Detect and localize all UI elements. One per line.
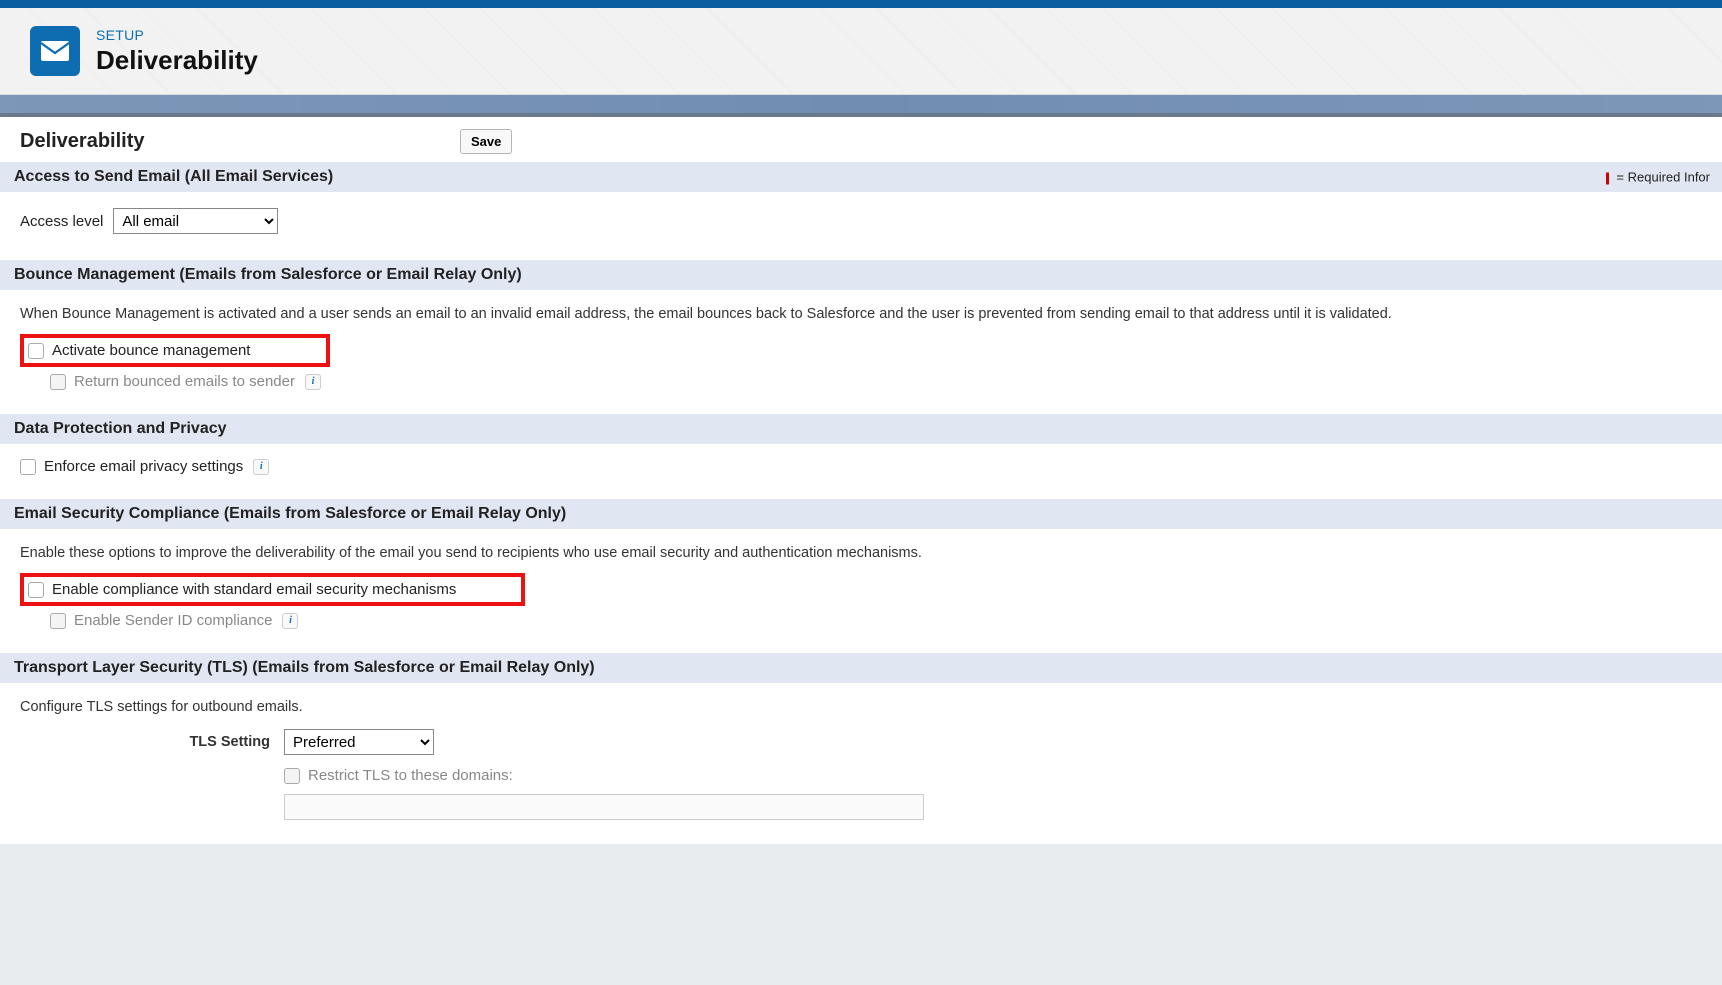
panel-top-row: Deliverability Save — [0, 117, 1722, 162]
panel-title: Deliverability — [20, 130, 460, 153]
restrict-tls-label: Restrict TLS to these domains: — [308, 767, 513, 784]
section-title-privacy: Data Protection and Privacy — [14, 420, 227, 437]
tls-setting-label: TLS Setting — [180, 734, 270, 750]
section-header-security: Email Security Compliance (Emails from S… — [0, 499, 1722, 529]
enforce-privacy-checkbox[interactable] — [20, 459, 36, 475]
access-level-label: Access level — [20, 213, 103, 230]
section-title-tls: Transport Layer Security (TLS) (Emails f… — [14, 659, 595, 676]
page-title: Deliverability — [96, 45, 258, 76]
section-title-access: Access to Send Email (All Email Services… — [14, 168, 333, 185]
required-indicator-icon — [1606, 172, 1609, 184]
required-info-note: = Required Infor — [1606, 170, 1710, 185]
enable-compliance-label: Enable compliance with standard email se… — [52, 581, 456, 598]
bounce-description: When Bounce Management is activated and … — [20, 300, 1702, 332]
tls-description: Configure TLS settings for outbound emai… — [20, 693, 1702, 725]
info-icon[interactable]: i — [253, 459, 269, 475]
section-title-bounce: Bounce Management (Emails from Salesforc… — [14, 266, 522, 283]
section-header-bounce: Bounce Management (Emails from Salesforc… — [0, 260, 1722, 290]
return-bounced-label: Return bounced emails to sender — [74, 373, 295, 390]
activate-bounce-label: Activate bounce management — [52, 342, 250, 359]
activate-bounce-checkbox[interactable] — [28, 343, 44, 359]
access-level-select[interactable]: All email — [113, 208, 278, 234]
mail-icon — [30, 26, 80, 76]
top-accent-bar — [0, 0, 1722, 8]
tls-setting-select[interactable]: Preferred — [284, 729, 434, 755]
main-panel: Deliverability Save Access to Send Email… — [0, 113, 1722, 844]
enable-compliance-checkbox[interactable] — [28, 582, 44, 598]
page-header: SETUP Deliverability — [0, 8, 1722, 95]
activate-bounce-highlight: Activate bounce management — [20, 334, 330, 367]
enable-sender-id-checkbox — [50, 613, 66, 629]
section-header-privacy: Data Protection and Privacy — [0, 414, 1722, 444]
security-description: Enable these options to improve the deli… — [20, 539, 1702, 571]
enable-compliance-highlight: Enable compliance with standard email se… — [20, 573, 525, 606]
section-header-access: Access to Send Email (All Email Services… — [0, 162, 1722, 192]
tls-domains-input — [284, 794, 924, 820]
info-icon[interactable]: i — [305, 374, 321, 390]
decorative-band — [0, 95, 1722, 113]
info-icon[interactable]: i — [282, 613, 298, 629]
section-header-tls: Transport Layer Security (TLS) (Emails f… — [0, 653, 1722, 683]
save-button[interactable]: Save — [460, 129, 512, 154]
return-bounced-checkbox — [50, 374, 66, 390]
breadcrumb-setup: SETUP — [96, 27, 258, 43]
section-title-security: Email Security Compliance (Emails from S… — [14, 505, 566, 522]
restrict-tls-checkbox — [284, 768, 300, 784]
enforce-privacy-label: Enforce email privacy settings — [44, 458, 243, 475]
enable-sender-id-label: Enable Sender ID compliance — [74, 612, 272, 629]
